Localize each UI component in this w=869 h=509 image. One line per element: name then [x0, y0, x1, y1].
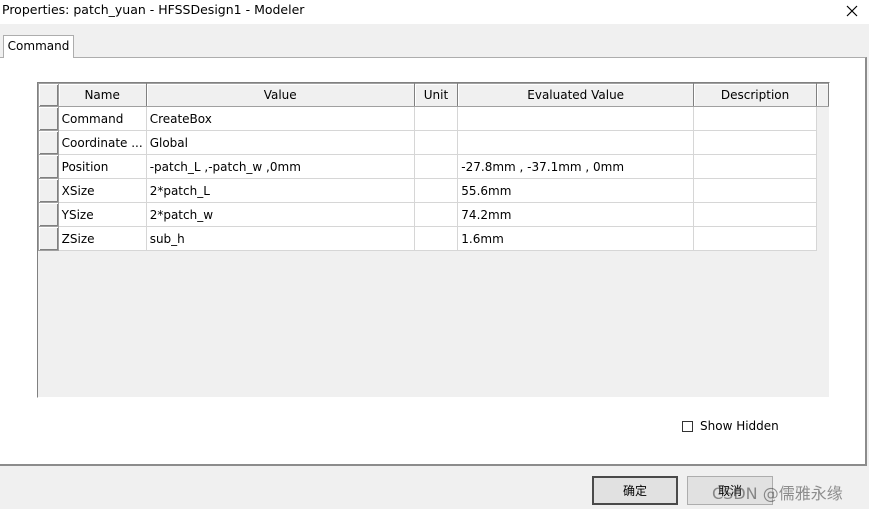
window-title: Properties: patch_yuan - HFSSDesign1 - M…	[2, 2, 305, 17]
cell-value[interactable]: -patch_L ,-patch_w ,0mm	[145, 154, 415, 179]
cell-value[interactable]: 2*patch_w	[145, 202, 415, 227]
table-row[interactable]: XSize 2*patch_L 55.6mm	[38, 178, 829, 203]
cell-description[interactable]	[693, 226, 818, 251]
show-hidden-option[interactable]: Show Hidden	[682, 419, 779, 433]
cell-evaluated: -27.8mm , -37.1mm , 0mm	[457, 154, 695, 179]
show-hidden-checkbox[interactable]	[682, 420, 693, 432]
row-filler	[816, 202, 829, 227]
cell-value[interactable]: CreateBox	[145, 106, 415, 131]
ok-button[interactable]: 确定	[592, 476, 678, 505]
table-row[interactable]: Coordinate ... Global	[38, 130, 829, 155]
property-table: Name Value Unit Evaluated Value Descript…	[38, 83, 829, 251]
column-header-description[interactable]: Description	[693, 83, 818, 107]
row-header[interactable]	[38, 226, 59, 251]
row-filler	[816, 178, 829, 203]
watermark: CSDN @儒雅永缘	[712, 484, 843, 503]
close-button[interactable]	[835, 0, 869, 22]
cell-name: YSize	[57, 202, 147, 227]
tab-command[interactable]: Command	[3, 35, 74, 58]
table-row[interactable]: Command CreateBox	[38, 106, 829, 131]
cell-name: ZSize	[57, 226, 147, 251]
column-header-evaluated-value[interactable]: Evaluated Value	[457, 83, 695, 107]
cell-unit[interactable]	[413, 130, 459, 155]
show-hidden-label: Show Hidden	[700, 419, 779, 433]
corner-header	[38, 83, 59, 107]
row-header[interactable]	[38, 154, 59, 179]
cell-description[interactable]	[693, 130, 818, 155]
cell-unit[interactable]	[413, 202, 459, 227]
row-filler	[816, 154, 829, 179]
cell-evaluated	[457, 130, 695, 155]
cell-description[interactable]	[693, 106, 818, 131]
cell-value[interactable]: Global	[145, 130, 415, 155]
row-filler	[816, 106, 829, 131]
table-header-row: Name Value Unit Evaluated Value Descript…	[38, 83, 829, 107]
table-row[interactable]: ZSize sub_h 1.6mm	[38, 226, 829, 251]
cell-unit[interactable]	[413, 106, 459, 131]
table-row[interactable]: Position -patch_L ,-patch_w ,0mm -27.8mm…	[38, 154, 829, 179]
row-header[interactable]	[38, 178, 59, 203]
column-header-filler	[816, 83, 829, 107]
property-grid: Name Value Unit Evaluated Value Descript…	[37, 82, 830, 398]
cell-unit[interactable]	[413, 178, 459, 203]
row-header[interactable]	[38, 106, 59, 131]
cell-name: Coordinate ...	[57, 130, 147, 155]
row-header[interactable]	[38, 202, 59, 227]
cell-evaluated: 1.6mm	[457, 226, 695, 251]
cell-value[interactable]: sub_h	[145, 226, 415, 251]
cell-description[interactable]	[693, 154, 818, 179]
column-header-value[interactable]: Value	[145, 83, 415, 107]
cell-unit[interactable]	[413, 154, 459, 179]
cell-evaluated: 55.6mm	[457, 178, 695, 203]
cell-unit[interactable]	[413, 226, 459, 251]
row-filler	[816, 226, 829, 251]
column-header-unit[interactable]: Unit	[413, 83, 459, 107]
cell-name: Command	[57, 106, 147, 131]
close-icon	[846, 5, 858, 17]
cell-evaluated	[457, 106, 695, 131]
cell-name: Position	[57, 154, 147, 179]
cell-value[interactable]: 2*patch_L	[145, 178, 415, 203]
row-header[interactable]	[38, 130, 59, 155]
cell-name: XSize	[57, 178, 147, 203]
table-row[interactable]: YSize 2*patch_w 74.2mm	[38, 202, 829, 227]
cell-evaluated: 74.2mm	[457, 202, 695, 227]
title-bar: Properties: patch_yuan - HFSSDesign1 - M…	[0, 0, 869, 24]
column-header-name[interactable]: Name	[57, 83, 147, 107]
cell-description[interactable]	[693, 178, 818, 203]
cell-description[interactable]	[693, 202, 818, 227]
row-filler	[816, 130, 829, 155]
